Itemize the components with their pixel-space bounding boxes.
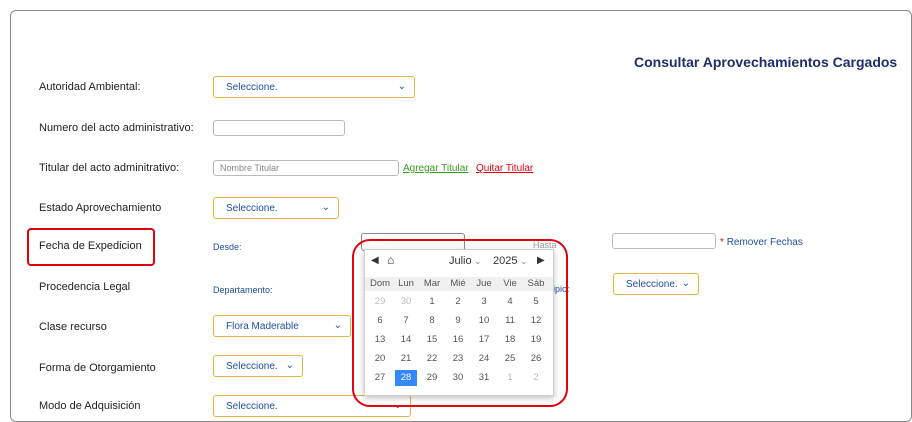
chevron-down-icon: ⌄ — [321, 202, 330, 213]
forma-label: Forma de Otorgamiento — [39, 362, 156, 374]
forma-select[interactable]: Seleccione. ⌄ — [213, 355, 303, 377]
titular-input[interactable]: Nombre Titular — [213, 160, 399, 176]
estado-label: Estado Aprovechamiento — [39, 202, 162, 214]
numero-input[interactable] — [213, 120, 345, 136]
add-titular-link[interactable]: Agregar Titular — [403, 163, 469, 174]
estado-select-value: Seleccione. — [226, 203, 278, 214]
clase-select[interactable]: Flora Maderable ⌄ — [213, 315, 351, 337]
remove-dates-label: Remover Fechas — [726, 237, 803, 248]
autoridad-select-value: Seleccione. — [226, 82, 278, 93]
chevron-down-icon: ⌄ — [285, 360, 294, 371]
modo-label: Modo de Adquisición — [39, 400, 141, 412]
estado-select[interactable]: Seleccione. ⌄ — [213, 197, 339, 219]
titular-label: Titular del acto adminitrativo: — [39, 162, 180, 174]
numero-label: Numero del acto administrativo: — [39, 122, 194, 134]
desde-label: Desde: — [213, 242, 242, 252]
autoridad-label: Autoridad Ambiental: — [39, 81, 141, 93]
chevron-down-icon: ⌄ — [397, 81, 406, 92]
chevron-down-icon: ⌄ — [681, 278, 690, 289]
clase-select-value: Flora Maderable — [226, 321, 299, 332]
departamento-label: Departamento: — [213, 285, 273, 295]
modo-select-value: Seleccione. — [226, 401, 278, 412]
page-title: Consultar Aprovechamientos Cargados — [634, 54, 898, 70]
fecha-label: Fecha de Expedicion — [39, 240, 142, 252]
calendar-highlight — [352, 239, 568, 407]
municipio-select-value: Seleccione. — [626, 279, 678, 290]
municipio-select[interactable]: Seleccione. ⌄ — [613, 273, 699, 295]
autoridad-select[interactable]: Seleccione. ⌄ — [213, 76, 415, 98]
forma-select-value: Seleccione. — [226, 361, 278, 372]
remove-titular-link[interactable]: Quitar Titular — [476, 163, 533, 174]
procedencia-label: Procedencia Legal — [39, 281, 131, 293]
clase-label: Clase recurso — [39, 321, 107, 333]
chevron-down-icon: ⌄ — [333, 320, 342, 331]
remove-dates-link[interactable]: * Remover Fechas — [720, 237, 803, 248]
hasta-date-input[interactable] — [612, 233, 716, 249]
required-mark: * — [720, 237, 724, 248]
